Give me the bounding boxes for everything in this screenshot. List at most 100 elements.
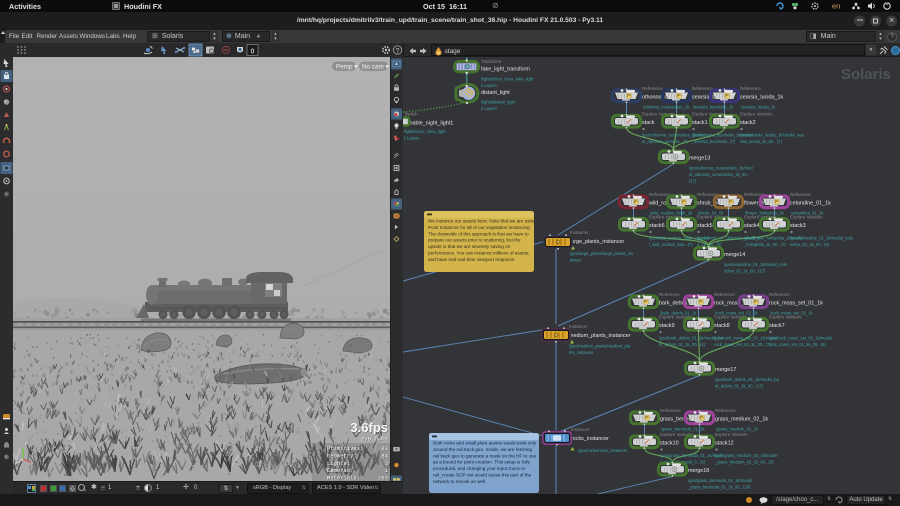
svg-text:nts_instancer: nts_instancer	[569, 350, 594, 355]
svg-text:Lights:: Lights:	[327, 460, 350, 467]
svg-text:stack8: stack8	[714, 323, 730, 329]
svg-text:rock_moss_set_01_1k_00.. (6): rock_moss_set_01_1k_00.. (6)	[769, 342, 826, 347]
svg-text:/geo/othonna_ceranioides_1k/mo: /geo/othonna_ceranioides_1k/mod	[689, 166, 753, 171]
svg-text:Reference: Reference	[790, 192, 811, 197]
svg-text:Reference: Reference	[740, 86, 761, 91]
svg-text:3.6fps: 3.6fps	[350, 420, 388, 435]
svg-text:/geo/searsia_lucida_1k/model_s: /geo/searsia_lucida_1k/model_sea	[740, 133, 804, 138]
svg-text:Reference: Reference	[660, 408, 681, 413]
svg-text:Reference: Reference	[642, 86, 663, 91]
svg-text:Transform: Transform	[481, 59, 502, 64]
svg-text:Explore Variants: Explore Variants	[715, 432, 748, 437]
svg-text:_searsia_burchelia.. (7): _searsia_burchelia.. (7)	[691, 139, 736, 144]
svg-text:/geo/large_plants/large_plants: /geo/large_plants/large_plants_ins	[570, 251, 633, 256]
svg-text:Explore Variants: Explore Variants	[790, 215, 823, 220]
svg-text:2 Layers: 2 Layers	[404, 136, 420, 141]
svg-text:_heliophila_1k_00.. (7): _heliophila_1k_00.. (7)	[743, 242, 787, 247]
svg-text:grass_medium_02_1k: grass_medium_02_1k	[715, 417, 768, 423]
svg-text:No cam ▾: No cam ▾	[362, 64, 389, 71]
svg-text:_grass_medium_02_1k_00.. (5): _grass_medium_02_1k_00.. (5)	[714, 460, 774, 465]
svg-text:275.04ms: 275.04ms	[361, 436, 388, 443]
svg-text:merge18: merge18	[688, 468, 709, 474]
svg-text:prepare our assets prior to sc: prepare our assets prior to scattering, …	[428, 238, 521, 243]
svg-text:stack4: stack4	[744, 223, 760, 229]
svg-text:performance. You can instance: performance. You can instance millions o…	[428, 251, 530, 256]
svg-text:ndine_01_1k_00.. (5): ndine_01_1k_00.. (5)	[790, 242, 830, 247]
svg-text:/geo/rocks/rocks_instancer: /geo/rocks/rocks_instancer	[578, 448, 628, 453]
svg-text:Reference: Reference	[715, 408, 736, 413]
svg-text:tancer: tancer	[570, 258, 582, 263]
svg-text:2 Layers: 2 Layers	[481, 106, 497, 111]
svg-text:Reference: Reference	[714, 292, 735, 297]
svg-text:84: 84	[381, 452, 388, 459]
svg-text:stack2: stack2	[740, 120, 756, 126]
svg-text:/grass_bermuda_01_1k: /grass_bermuda_01_1k	[661, 427, 705, 432]
svg-text:Reference: Reference	[769, 292, 790, 297]
svg-text:/geo/bark_debris_01_1k/model_b: /geo/bark_debris_01_1k/model_ba	[715, 377, 779, 382]
svg-text:el_othonna_ceranioi.. (7): el_othonna_ceranioi.. (7)	[642, 139, 688, 144]
svg-text:!: !	[396, 463, 397, 468]
svg-text:ndine_01_1k_00.. (17): ndine_01_1k_00.. (17)	[724, 269, 766, 274]
svg-text:stack12: stack12	[715, 441, 734, 447]
svg-text:and have real real-time viewpo: and have real real-time viewport respons…	[428, 257, 516, 262]
svg-text:en: en	[832, 2, 840, 11]
svg-text:rsia_lucida_1k_00.. (7): rsia_lucida_1k_00.. (7)	[740, 139, 783, 144]
svg-text:Switch: Switch	[405, 112, 419, 117]
svg-text:3: 3	[385, 460, 388, 467]
svg-text:rail track geo to generate a m: rail track geo to generate a mask on the…	[433, 453, 537, 458]
svg-text:/geo/grass_medium_02_1k/model: /geo/grass_medium_02_1k/model	[715, 453, 777, 458]
svg-text:/geo/rock_moss_set_02_1k/model: /geo/rock_moss_set_02_1k/model	[714, 336, 777, 341]
svg-text:network to recook as well.: network to recook as well.	[433, 479, 486, 484]
svg-text:Instancer: Instancer	[571, 427, 590, 432]
svg-text:Instancer: Instancer	[570, 230, 589, 235]
svg-text:Solaris: Solaris	[841, 66, 891, 83]
svg-text:merge13: merge13	[689, 156, 710, 162]
svg-text:l_wild_rooibos_bus.. (7): l_wild_rooibos_bus.. (7)	[649, 242, 693, 247]
svg-text:rocks_instancer: rocks_instancer	[571, 436, 609, 442]
svg-text:Reference: Reference	[692, 86, 713, 91]
svg-text:stack10: stack10	[660, 441, 679, 447]
svg-text:fake_light_transform: fake_light_transform	[481, 67, 530, 73]
svg-text:stack6: stack6	[649, 223, 665, 229]
svg-text:rock_moss_set_02_1k_00.. (7): rock_moss_set_02_1k_00.. (7)	[714, 342, 771, 347]
svg-text:stack3: stack3	[790, 223, 806, 229]
svg-text:(17): (17)	[689, 179, 697, 184]
svg-text:_enable_night_light1: _enable_night_light1	[403, 121, 453, 127]
svg-text:distant_light: distant_light	[481, 90, 510, 96]
svg-text:large_plants_instancer: large_plants_instancer	[570, 239, 624, 245]
svg-text:/geo/grass_bermuda_01_1k/model: /geo/grass_bermuda_01_1k/model	[688, 478, 752, 483]
svg-text:rail_create SOP net would caus: rail_create SOP net would cause this par…	[433, 473, 532, 478]
svg-text:Reference: Reference	[649, 192, 670, 197]
svg-text:rk_debris_01_1k_00.. (17): rk_debris_01_1k_00.. (17)	[715, 384, 764, 389]
svg-text:/lights/choo_choo_fake_light: /lights/choo_choo_fake_light	[481, 77, 534, 82]
svg-text:Explore Variants: Explore Variants	[740, 112, 773, 117]
svg-text:83: 83	[381, 445, 388, 452]
svg-text:The downside of this approach: The downside of this approach is that we…	[428, 231, 529, 236]
svg-text:/lights/distant_light: /lights/distant_light	[481, 100, 516, 105]
svg-text:stack9: stack9	[659, 323, 675, 329]
svg-text:/lights/choo_choo_light: /lights/choo_choo_light	[404, 129, 447, 134]
svg-text:rk_debris_01_1k_00.. (4): rk_debris_01_1k_00.. (4)	[659, 342, 706, 347]
svg-text:procedural, and changing your: procedural, and changing your input Curv…	[433, 466, 526, 471]
svg-text:Geometry:: Geometry:	[327, 452, 357, 459]
svg-text:stack7: stack7	[769, 323, 785, 329]
svg-text:Both rocks and small plant ass: Both rocks and small plant assets would …	[433, 441, 537, 446]
svg-text:Explore Variants: Explore Variants	[769, 315, 802, 320]
svg-text:/othonna_ceranioides_1k: /othonna_ceranioides_1k	[643, 105, 690, 110]
svg-text:upside is that we are severely: upside is that we are severely saving on	[428, 244, 511, 249]
svg-text:celandine_01_1k: celandine_01_1k	[790, 201, 831, 207]
svg-text:We instance our assets here. N: We instance our assets here. Note that w…	[428, 219, 536, 224]
svg-text:Reference: Reference	[659, 292, 680, 297]
svg-text:as a bound for point creation.: as a bound for point creation. This setu…	[433, 460, 531, 465]
svg-text:Primitives:: Primitives:	[327, 445, 363, 452]
svg-text:Persp ▾: Persp ▾	[336, 64, 357, 71]
svg-text:/geo/rock_moss_set_01_1k/model: /geo/rock_moss_set_01_1k/model	[769, 336, 832, 341]
svg-text:/geo/celandine_01_1k/model_cel: /geo/celandine_01_1k/model_cela	[790, 236, 854, 241]
svg-text:/geo/medium_plants/medium_pla: /geo/medium_plants/medium_pla	[569, 344, 631, 349]
svg-text:stack5: stack5	[697, 223, 713, 229]
svg-text:around the rail track geo. Ins: around the rail track geo. Inside, we ar…	[433, 447, 532, 452]
svg-text:0: 0	[251, 49, 255, 56]
svg-text:stack1: stack1	[692, 120, 708, 126]
svg-text:medium_plants_instancer: medium_plants_instancer	[569, 333, 631, 339]
svg-text:merge14: merge14	[724, 252, 745, 258]
